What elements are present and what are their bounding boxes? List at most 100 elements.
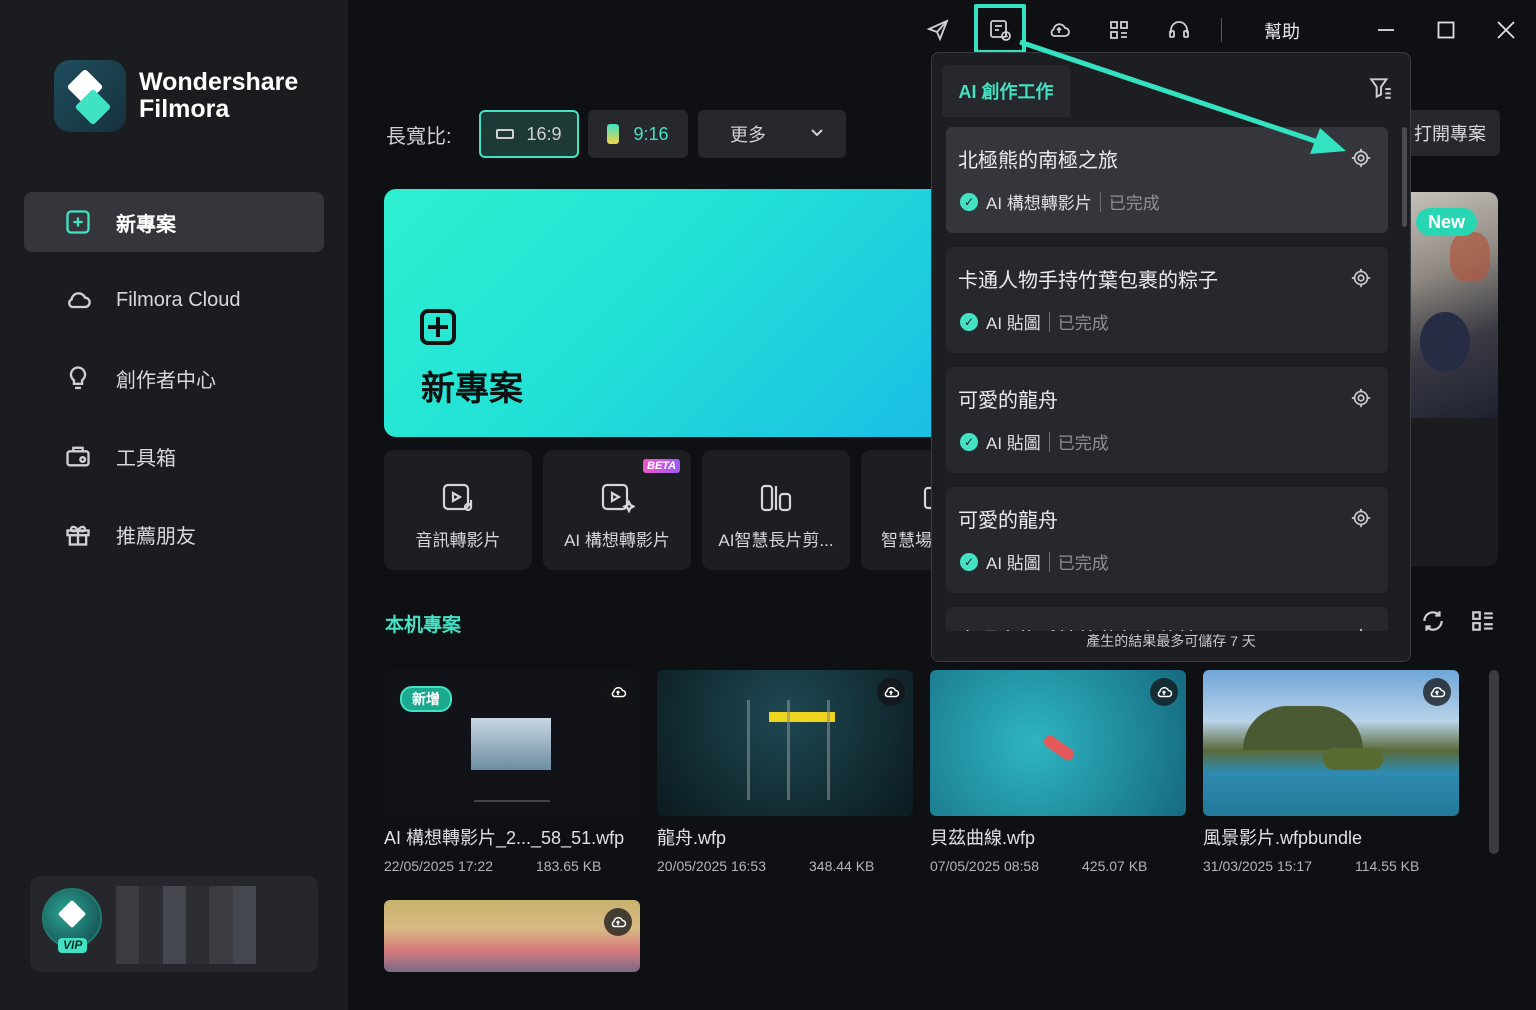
cloud-upload-icon[interactable] <box>1041 12 1077 48</box>
ai-task-status: ✓ AI 貼圖 已完成 <box>960 429 1109 454</box>
chevron-down-icon <box>811 129 823 137</box>
tab-ai-creation[interactable]: AI 創作工作 <box>942 65 1070 117</box>
audio-to-video-icon <box>442 483 473 512</box>
ai-task-list: 北極熊的南極之旅 ✓ AI 構想轉影片 已完成 卡通人物手持竹葉包裹的粽子 ✓ … <box>946 127 1388 633</box>
landscape-icon <box>496 129 515 139</box>
cloud-upload-icon[interactable] <box>1423 678 1451 706</box>
project-thumbnail[interactable] <box>1203 670 1459 816</box>
tool-label: 音訊轉影片 <box>415 531 501 550</box>
project-size: 114.55 KB <box>1355 858 1420 874</box>
refresh-icon[interactable] <box>1420 608 1446 634</box>
project-card[interactable]: 龍舟.wfp 20/05/2025 16:53 348.44 KB <box>657 670 913 874</box>
tool-smart-scene[interactable]: 智慧場 <box>861 450 941 570</box>
tool-ai-long-video-cut[interactable]: AI智慧長片剪... <box>702 450 850 570</box>
project-thumbnail[interactable] <box>930 670 1186 816</box>
project-thumbnail[interactable] <box>657 670 913 816</box>
toolbar-divider <box>1221 18 1222 42</box>
sidebar-item-label: 工具箱 <box>116 447 176 470</box>
check-circle-icon: ✓ <box>960 552 978 571</box>
ai-task-item[interactable]: 卡通人物手持竹葉包裹的粽子 <box>946 607 1388 633</box>
sidebar-item-label: 新專案 <box>116 213 176 236</box>
ai-task-item[interactable]: 北極熊的南極之旅 ✓ AI 構想轉影片 已完成 <box>946 127 1388 233</box>
ai-task-item[interactable]: 可愛的龍舟 ✓ AI 貼圖 已完成 <box>946 487 1388 593</box>
project-thumbnail[interactable]: 新增 <box>384 670 640 816</box>
project-meta: 22/05/2025 17:22 183.65 KB <box>384 858 640 874</box>
project-card[interactable]: 風景影片.wfpbundle 31/03/2025 15:17 114.55 KB <box>1203 670 1459 874</box>
project-thumbnail[interactable] <box>384 900 640 972</box>
ai-task-state: 已完成 <box>1057 554 1109 573</box>
project-name: 龍舟.wfp <box>657 828 727 848</box>
ai-long-video-cut-icon <box>760 484 792 512</box>
tool-label: AI智慧長片剪... <box>718 531 834 550</box>
ai-task-title: 可愛的龍舟 <box>958 390 1058 412</box>
popup-scrollbar[interactable] <box>1402 127 1407 227</box>
highlight-frame <box>974 4 1026 54</box>
open-project-button[interactable]: 打開專案 <box>1402 110 1500 156</box>
close-icon[interactable] <box>1490 14 1522 46</box>
projects-scrollbar[interactable] <box>1489 670 1499 854</box>
help-menu[interactable]: 幫助 <box>1264 18 1300 44</box>
filter-icon[interactable] <box>1368 75 1394 101</box>
project-name: 風景影片.wfpbundle <box>1203 828 1363 848</box>
check-circle-icon: ✓ <box>960 192 978 211</box>
project-meta: 31/03/2025 15:17 114.55 KB <box>1203 858 1459 874</box>
new-project-card[interactable]: 新專案 <box>384 189 944 437</box>
cloud-upload-icon[interactable] <box>1150 678 1178 706</box>
project-meta: 20/05/2025 16:53 348.44 KB <box>657 858 913 874</box>
portrait-icon <box>607 124 620 144</box>
aspect-more-dropdown[interactable]: 更多 <box>698 110 846 158</box>
cloud-upload-icon[interactable] <box>604 908 632 936</box>
cloud-upload-icon[interactable] <box>604 678 632 706</box>
aspect-9-16-button[interactable]: 9:16 <box>588 110 688 158</box>
vip-badge: VIP <box>58 938 88 953</box>
headset-support-icon[interactable] <box>1161 12 1197 48</box>
maximize-icon[interactable] <box>1430 14 1462 46</box>
sidebar-item-label: 創作者中心 <box>116 369 216 392</box>
project-name: 貝茲曲線.wfp <box>930 828 1036 848</box>
lightbulb-icon <box>69 366 87 390</box>
sidebar-item-new-project[interactable]: 新專案 <box>24 192 324 252</box>
ai-idea-to-video-icon <box>601 483 635 514</box>
minimize-icon[interactable] <box>1370 14 1402 46</box>
project-card[interactable]: 貝茲曲線.wfp 07/05/2025 08:58 425.07 KB <box>930 670 1186 874</box>
brand-line1: Wondershare <box>139 68 299 96</box>
locate-target-icon[interactable] <box>1350 507 1372 529</box>
ai-task-item[interactable]: 可愛的龍舟 ✓ AI 貼圖 已完成 <box>946 367 1388 473</box>
locate-target-icon[interactable] <box>1350 387 1372 409</box>
aspect-more-label: 更多 <box>730 125 766 145</box>
sidebar-item-refer-friend[interactable]: 推薦朋友 <box>24 504 324 564</box>
sidebar-item-filmora-cloud[interactable]: Filmora Cloud <box>24 270 324 330</box>
tool-label: 智慧場 <box>881 531 932 550</box>
aspect-ratio-label: 長寬比: <box>386 126 452 148</box>
ai-task-item[interactable]: 卡通人物手持竹葉包裹的粽子 ✓ AI 貼圖 已完成 <box>946 247 1388 353</box>
beta-badge: BETA <box>643 459 681 473</box>
list-view-icon[interactable] <box>1470 608 1496 634</box>
redacted-username <box>116 886 256 964</box>
ai-task-title: 北極熊的南極之旅 <box>958 150 1118 172</box>
send-feedback-icon[interactable] <box>920 12 956 48</box>
ai-task-title: 可愛的龍舟 <box>958 510 1058 532</box>
project-card[interactable]: 新增 AI 構想轉影片_2..._58_51.wfp 22/05/2025 17… <box>384 670 640 874</box>
ai-task-type: AI 貼圖 <box>986 434 1041 453</box>
user-account-card[interactable]: VIP <box>30 876 318 972</box>
tool-audio-to-video[interactable]: 音訊轉影片 <box>384 450 532 570</box>
project-date: 22/05/2025 17:22 <box>384 858 493 874</box>
aspect-16-9-button[interactable]: 16:9 <box>479 110 579 158</box>
project-size: 425.07 KB <box>1082 858 1148 874</box>
gift-icon <box>66 525 90 546</box>
project-size: 183.65 KB <box>536 858 602 874</box>
sidebar-nav: 新專案 Filmora Cloud 創作者中心 工具箱 推薦朋友 <box>24 192 324 582</box>
sidebar-item-creator-center[interactable]: 創作者中心 <box>24 348 324 408</box>
project-card[interactable] <box>384 900 640 972</box>
ai-task-status: ✓ AI 貼圖 已完成 <box>960 309 1109 334</box>
project-name: AI 構想轉影片_2..._58_51.wfp <box>384 828 625 848</box>
locate-target-icon[interactable] <box>1350 267 1372 289</box>
apps-grid-icon[interactable] <box>1101 12 1137 48</box>
sidebar-item-toolbox[interactable]: 工具箱 <box>24 426 324 486</box>
ai-task-type: AI 貼圖 <box>986 314 1041 333</box>
cloud-upload-icon[interactable] <box>877 678 905 706</box>
locate-target-icon[interactable] <box>1350 147 1372 169</box>
ai-task-type: AI 貼圖 <box>986 554 1041 573</box>
ai-task-type: AI 構想轉影片 <box>986 194 1092 213</box>
cloud-icon <box>68 292 91 309</box>
